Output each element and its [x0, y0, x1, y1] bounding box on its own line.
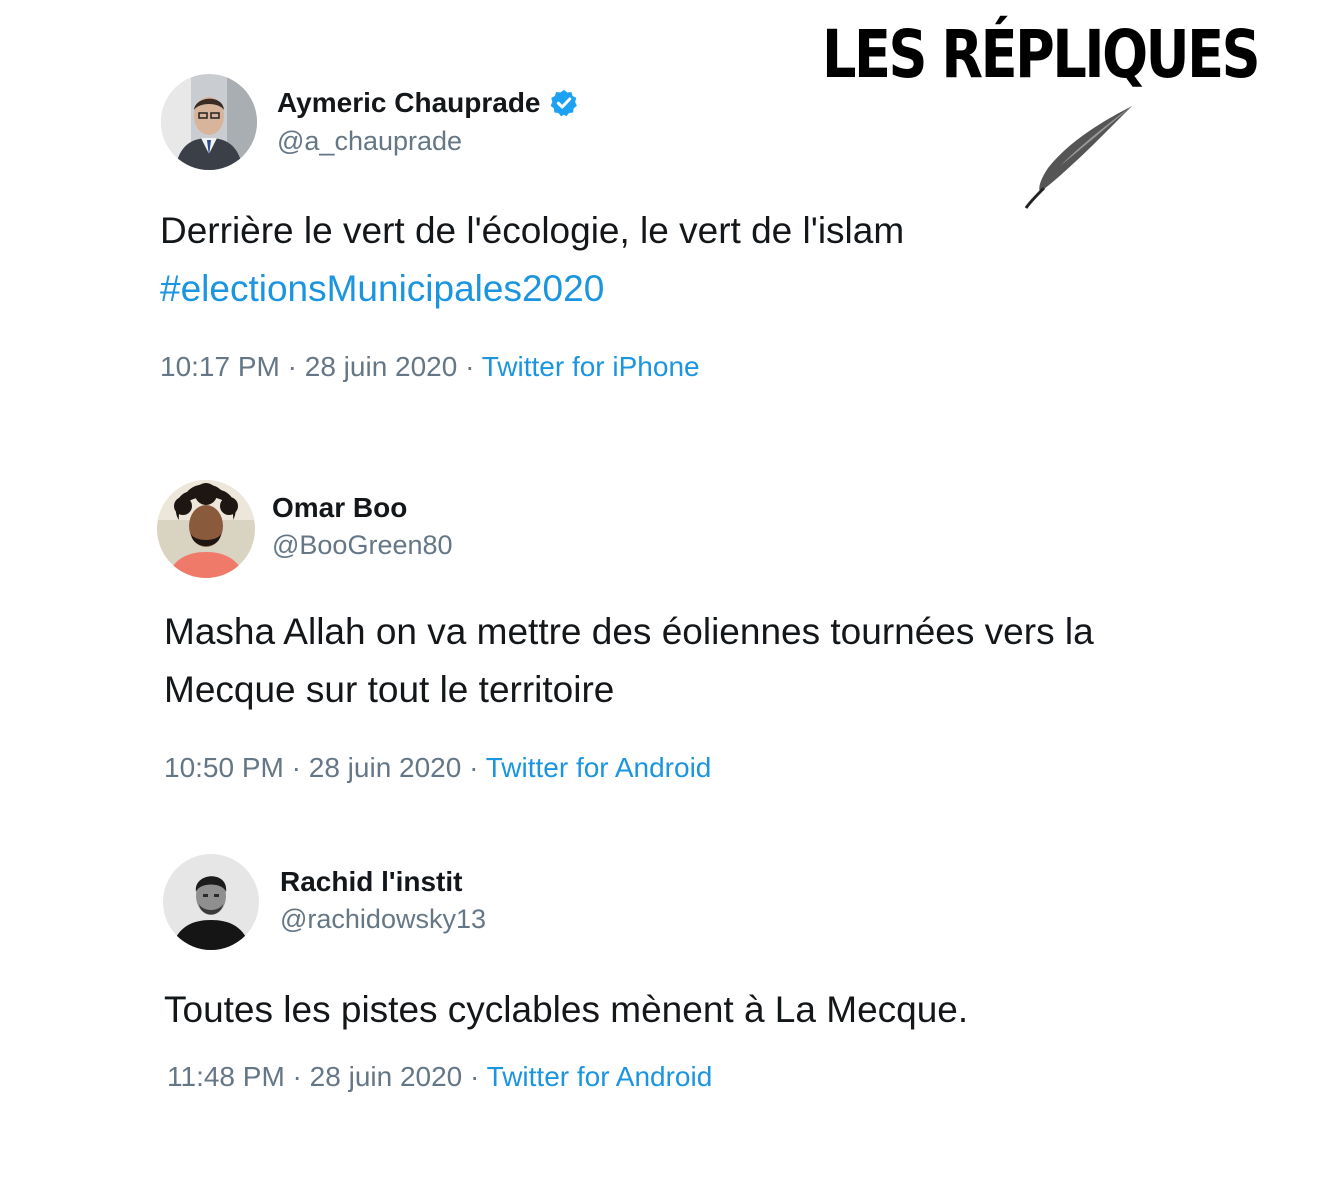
tweet-text-line: Derrière le vert de l'écologie, le vert … — [160, 210, 905, 251]
quill-feather-icon — [1024, 106, 1132, 209]
meta-separator: · — [457, 351, 482, 382]
tweet-meta: 10:50 PM · 28 juin 2020 · Twitter for An… — [164, 751, 711, 785]
author-handle[interactable]: @a_chauprade — [277, 125, 462, 157]
tweet-date[interactable]: 28 juin 2020 — [309, 752, 462, 783]
tweet-text-line: Mecque sur tout le territoire — [164, 669, 615, 710]
author-name[interactable]: Rachid l'instit — [280, 865, 462, 899]
tweet-text-line: Masha Allah on va mettre des éoliennes t… — [164, 611, 1094, 652]
tweet-text-line: Toutes les pistes cyclables mènent à La … — [164, 989, 969, 1030]
meta-separator: · — [462, 1061, 487, 1092]
author-name-row: Rachid l'instit — [280, 865, 462, 899]
meta-separator: · — [283, 752, 309, 783]
author-name-row: Omar Boo — [272, 491, 407, 525]
tweet-date[interactable]: 28 juin 2020 — [305, 351, 458, 382]
meta-separator: · — [284, 1061, 310, 1092]
tweet-meta: 10:17 PM · 28 juin 2020 · Twitter for iP… — [160, 350, 700, 384]
tweet-time[interactable]: 10:17 PM — [160, 351, 280, 382]
avatar[interactable] — [157, 480, 255, 578]
meta-separator: · — [461, 752, 486, 783]
meta-separator: · — [279, 351, 305, 382]
tweet-time[interactable]: 11:48 PM — [167, 1061, 285, 1092]
tweet-source-link[interactable]: Twitter for Android — [487, 1061, 713, 1092]
tweet-date[interactable]: 28 juin 2020 — [310, 1061, 463, 1092]
banner-title: LES RÉPLIQUES — [822, 16, 1261, 93]
hashtag-link[interactable]: #electionsMunicipales2020 — [160, 260, 604, 318]
tweet-meta: 11:48 PM · 28 juin 2020 · Twitter for An… — [167, 1060, 712, 1094]
avatar[interactable] — [161, 74, 257, 170]
avatar[interactable] — [163, 854, 259, 950]
author-name-row: Aymeric Chauprade — [277, 86, 579, 120]
verified-badge-icon — [550, 89, 577, 117]
tweet-source-link[interactable]: Twitter for iPhone — [482, 351, 700, 382]
tweet-time[interactable]: 10:50 PM — [164, 752, 284, 783]
author-handle[interactable]: @BooGreen80 — [272, 529, 453, 561]
tweet-source-link[interactable]: Twitter for Android — [486, 752, 712, 783]
author-handle[interactable]: @rachidowsky13 — [280, 903, 486, 935]
author-name[interactable]: Omar Boo — [272, 491, 407, 525]
author-name[interactable]: Aymeric Chauprade — [277, 86, 541, 120]
